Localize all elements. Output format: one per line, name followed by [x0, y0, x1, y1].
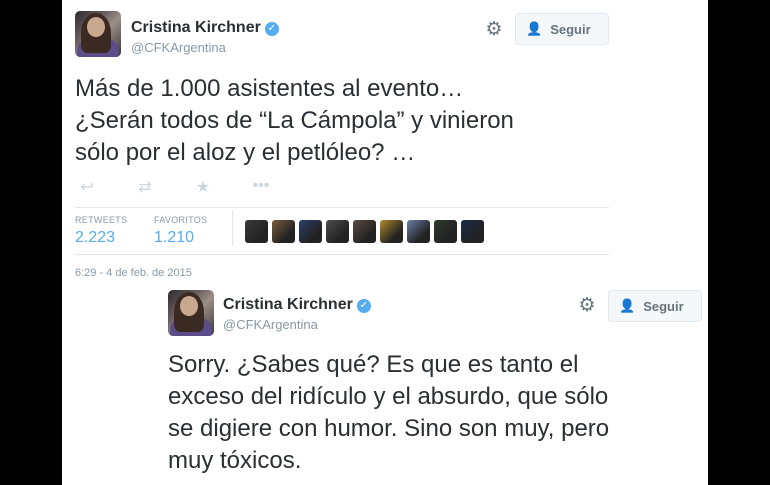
- retweets-label: RETWEETS: [75, 215, 128, 225]
- favorites-label: FAVORITOS: [154, 215, 208, 225]
- gear-icon[interactable]: ⚙: [484, 20, 504, 40]
- divider: [75, 207, 609, 208]
- follow-button[interactable]: 👤 Seguir: [515, 13, 609, 45]
- favoriters-list: [245, 220, 484, 243]
- tweet-text: Sorry. ¿Sabes qué? Es que es tanto el ex…: [168, 351, 610, 474]
- avatar-thumb[interactable]: [299, 220, 322, 243]
- divider: [75, 254, 609, 255]
- avatar-thumb[interactable]: [245, 220, 268, 243]
- stats-separator: [232, 210, 233, 246]
- author-avatar[interactable]: [75, 11, 121, 57]
- retweet-icon[interactable]: ⇄: [133, 177, 157, 197]
- follow-button[interactable]: 👤 Seguir: [608, 290, 702, 322]
- reply-icon[interactable]: ↩: [75, 177, 99, 197]
- verified-icon: ✓: [264, 22, 279, 36]
- author-name[interactable]: Cristina Kirchner ✓: [131, 19, 279, 37]
- author-name[interactable]: Cristina Kirchner ✓: [223, 296, 371, 314]
- tweet-actions: ↩ ⇄ ★ •••: [75, 177, 273, 197]
- add-user-icon: 👤: [619, 298, 636, 313]
- avatar-thumb[interactable]: [380, 220, 403, 243]
- author-avatar[interactable]: [168, 290, 214, 336]
- tweet-timestamp[interactable]: 6:29 - 4 de feb. de 2015: [75, 267, 192, 279]
- more-icon[interactable]: •••: [249, 177, 273, 197]
- tweet-text: Más de 1.000 asistentes al evento… ¿Será…: [75, 75, 514, 166]
- avatar-thumb[interactable]: [326, 220, 349, 243]
- tweet-panel: Cristina Kirchner ✓ @CFKArgentina ⚙ 👤 Seg…: [62, 0, 708, 485]
- avatar-thumb[interactable]: [353, 220, 376, 243]
- gear-icon[interactable]: ⚙: [577, 296, 597, 316]
- add-user-icon: 👤: [526, 21, 543, 36]
- verified-icon: ✓: [356, 299, 371, 313]
- author-handle[interactable]: @CFKArgentina: [223, 317, 318, 332]
- favorite-icon[interactable]: ★: [191, 177, 215, 197]
- avatar-thumb[interactable]: [407, 220, 430, 243]
- avatar-thumb[interactable]: [272, 220, 295, 243]
- favorites-count[interactable]: 1.210: [154, 229, 194, 247]
- author-handle[interactable]: @CFKArgentina: [131, 40, 226, 55]
- avatar-thumb[interactable]: [434, 220, 457, 243]
- retweets-count[interactable]: 2.223: [75, 229, 115, 247]
- avatar-thumb[interactable]: [461, 220, 484, 243]
